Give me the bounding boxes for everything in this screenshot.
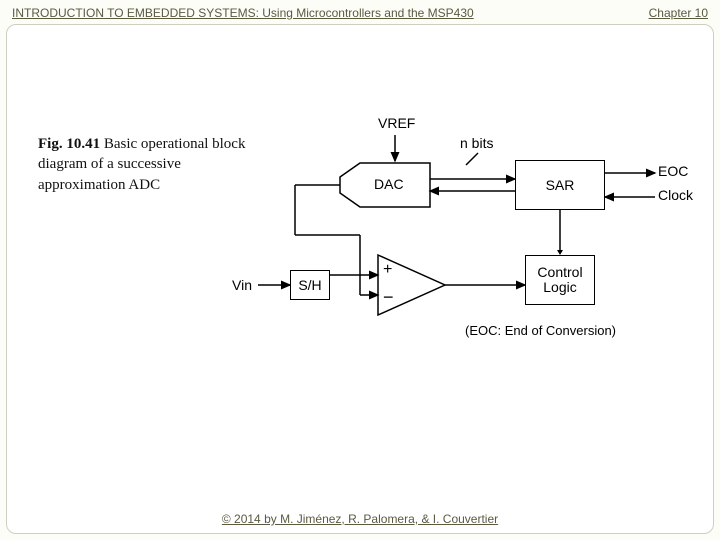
block-dac-label: DAC: [374, 176, 404, 192]
figure-caption: Fig. 10.41 Basic operational block diagr…: [38, 134, 248, 195]
label-nbits: n bits: [460, 135, 493, 151]
block-sh-label: S/H: [298, 277, 321, 293]
label-clock: Clock: [658, 187, 693, 203]
header-title: INTRODUCTION TO EMBEDDED SYSTEMS: Using …: [12, 6, 474, 20]
block-sh: S/H: [290, 270, 330, 300]
header-chapter: Chapter 10: [649, 6, 708, 20]
block-control-logic: Control Logic: [525, 255, 595, 305]
diagram-note: (EOC: End of Conversion): [465, 323, 616, 338]
block-sar-label: SAR: [546, 177, 575, 193]
figure-number: Fig. 10.41: [38, 136, 100, 152]
label-vref: VREF: [378, 115, 415, 131]
block-sar: SAR: [515, 160, 605, 210]
footer-copyright: © 2014 by M. Jiménez, R. Palomera, & I. …: [0, 512, 720, 526]
block-control-logic-label: Control Logic: [530, 265, 590, 296]
label-eoc: EOC: [658, 163, 688, 179]
label-minus: −: [383, 287, 394, 308]
block-diagram: VREF n bits EOC Clock Vin + − DAC SAR S/…: [260, 115, 690, 375]
label-vin: Vin: [232, 277, 252, 293]
label-plus: +: [383, 261, 392, 279]
